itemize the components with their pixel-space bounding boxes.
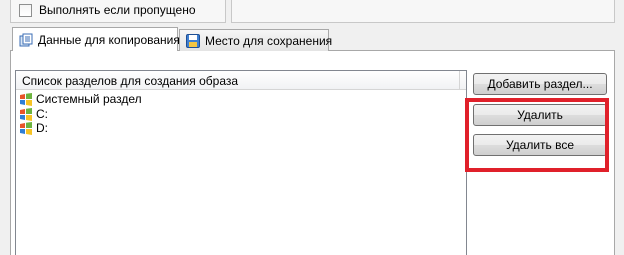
list-item[interactable]: D:: [19, 121, 142, 136]
column-divider[interactable]: [459, 71, 460, 90]
list-item[interactable]: C:: [19, 107, 142, 122]
partition-list-header[interactable]: Список разделов для создания образа: [16, 71, 466, 90]
tab-copy-data[interactable]: Данные для копирования: [12, 27, 180, 51]
skip-if-missed-label[interactable]: Выполнять если пропущено: [39, 3, 196, 17]
top-options-area: Выполнять если пропущено: [0, 0, 624, 26]
tab-copy-data-label: Данные для копирования: [38, 32, 180, 47]
partition-list-items: Системный раздел C: D:: [19, 92, 142, 136]
partition-list-header-label: Список разделов для создания образа: [22, 74, 239, 88]
list-item-label: Системный раздел: [36, 92, 142, 107]
skip-if-missed-checkbox[interactable]: [19, 4, 32, 17]
save-location-icon: [186, 33, 200, 48]
list-item-label: C:: [36, 106, 48, 121]
copy-data-icon: [19, 33, 33, 47]
partition-list[interactable]: Список разделов для создания образа Сист…: [15, 70, 467, 255]
tab-save-location-label: Место для сохранения: [205, 33, 333, 48]
windows-partition-icon: [19, 121, 33, 136]
windows-partition-icon: [19, 92, 33, 107]
delete-button[interactable]: Удалить: [473, 104, 607, 126]
list-item[interactable]: Системный раздел: [19, 92, 142, 107]
add-partition-button[interactable]: Добавить раздел...: [473, 73, 607, 95]
list-item-label: D:: [36, 121, 48, 136]
options-group-right: [231, 0, 615, 23]
delete-all-button[interactable]: Удалить все: [473, 134, 607, 156]
tab-save-location[interactable]: Место для сохранения: [179, 29, 333, 51]
windows-partition-icon: [19, 107, 33, 121]
options-group-left: Выполнять если пропущено: [10, 0, 226, 23]
